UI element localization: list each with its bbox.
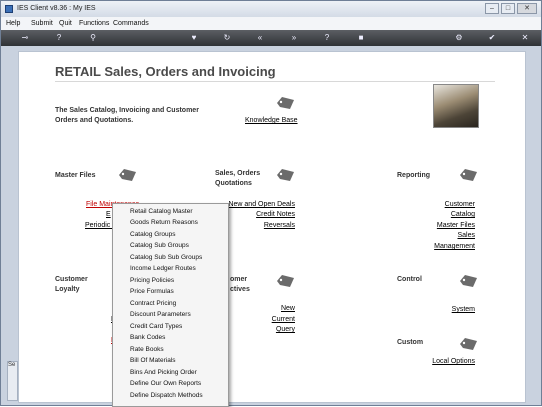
menu-item[interactable]: Define Our Own Reports	[130, 380, 201, 387]
info-icon[interactable]: ?	[321, 32, 333, 44]
actives-current-link[interactable]: Current	[272, 316, 295, 323]
menu-item[interactable]: Catalog Sub Groups	[130, 242, 189, 249]
menu-item[interactable]: Pricing Policies	[130, 277, 174, 284]
app-icon	[5, 5, 13, 13]
heading-line2: ctives	[230, 286, 250, 293]
master-files-heading: Master Files	[55, 172, 96, 179]
report-master-files-link[interactable]: Master Files	[437, 222, 475, 229]
menu-item[interactable]: Rate Books	[130, 346, 164, 353]
page-title: RETAIL Sales, Orders and Invoicing	[55, 64, 276, 79]
menu-bar: Help Submit Quit Functions Commands	[1, 17, 541, 30]
side-panel-label: Se	[8, 362, 16, 368]
title-bar: IES Client v8.36 : My IES – □ ✕	[1, 1, 541, 17]
menu-item[interactable]: Discount Parameters	[130, 311, 191, 318]
report-catalog-link[interactable]: Catalog	[451, 211, 475, 218]
master-files-link-e[interactable]: E	[106, 211, 111, 218]
exit-icon[interactable]: ✕	[519, 32, 531, 44]
sale-tag-icon	[277, 275, 294, 287]
menu-help[interactable]: Help	[6, 17, 20, 30]
customer-loyalty-heading: Customer Loyalty	[55, 276, 88, 293]
stop-icon[interactable]: ■	[355, 32, 367, 44]
customer-actives-heading: omer ctives	[230, 275, 250, 295]
heart-icon[interactable]: ♥	[188, 32, 200, 44]
check-icon[interactable]: ✔	[486, 32, 498, 44]
refresh-icon[interactable]: ↻	[221, 32, 233, 44]
menu-item[interactable]: Catalog Sub Sub Groups	[130, 254, 202, 261]
menu-quit[interactable]: Quit	[59, 17, 72, 30]
menu-item[interactable]: Retail Catalog Master	[130, 208, 193, 215]
menu-item[interactable]: Credit Card Types	[130, 323, 182, 330]
sale-tag-icon	[119, 169, 136, 181]
menu-item[interactable]: Bank Codes	[130, 334, 165, 341]
report-customer-link[interactable]: Customer	[445, 201, 475, 208]
sale-tag-icon	[277, 169, 294, 181]
key-icon[interactable]: ⊸	[15, 32, 35, 44]
reporting-heading: Reporting	[397, 172, 431, 179]
search-icon[interactable]: ⚲	[87, 32, 99, 44]
menu-item[interactable]: Bill Of Materials	[130, 357, 176, 364]
reversals-link[interactable]: Reversals	[264, 222, 295, 229]
actives-new-link[interactable]: New	[281, 305, 295, 312]
sale-tag-icon	[460, 169, 477, 181]
local-options-link[interactable]: Local Options	[432, 358, 475, 365]
knowledge-base-link[interactable]: Knowledge Base	[245, 117, 298, 124]
report-sales-link[interactable]: Sales	[457, 232, 475, 239]
menu-functions[interactable]: Functions	[79, 17, 109, 30]
next-page-icon[interactable]: »	[288, 32, 300, 44]
menu-item[interactable]: Income Ledger Routes	[130, 265, 196, 272]
sales-orders-heading: Sales, Orders Quotations	[215, 170, 261, 187]
menu-item[interactable]: Price Formulas	[130, 288, 174, 295]
custom-heading: Custom	[397, 339, 424, 346]
side-panel-stub[interactable]: Se	[7, 361, 18, 401]
close-button[interactable]: ✕	[517, 3, 537, 14]
sale-tag-icon	[277, 97, 294, 109]
first-page-icon[interactable]: «	[254, 32, 266, 44]
menu-item[interactable]: Bins And Picking Order	[130, 369, 197, 376]
menu-item[interactable]: Define Dispatch Methods	[130, 392, 203, 399]
report-management-link[interactable]: Management	[434, 243, 475, 250]
sale-tag-icon	[460, 275, 477, 287]
settings-icon[interactable]: ⚙	[453, 32, 465, 44]
menu-item[interactable]: Catalog Groups	[130, 231, 176, 238]
new-open-deals-link[interactable]: New and Open Deals	[228, 201, 295, 208]
maximize-button[interactable]: □	[501, 3, 515, 14]
credit-notes-link[interactable]: Credit Notes	[256, 211, 295, 218]
main-panel: RETAIL Sales, Orders and Invoicing The S…	[18, 51, 526, 403]
toolbar: ⊸ ? ⚲ ♥ ↻ « » ? ■ ⚙ ✔ ✕	[1, 30, 541, 46]
file-maintenance-menu: Retail Catalog Master Goods Return Reaso…	[112, 203, 229, 407]
help-icon[interactable]: ?	[53, 32, 65, 44]
control-heading: Control	[397, 276, 422, 283]
intro-text: The Sales Catalog, Invoicing and Custome…	[55, 107, 199, 124]
app-window: IES Client v8.36 : My IES – □ ✕ Help Sub…	[0, 0, 542, 407]
minimize-button[interactable]: –	[485, 3, 499, 14]
system-link[interactable]: System	[452, 306, 475, 313]
sale-tag-icon	[460, 338, 477, 350]
menu-item[interactable]: Goods Return Reasons	[130, 219, 198, 226]
menu-commands[interactable]: Commands	[113, 17, 149, 30]
heading-line1: omer	[230, 276, 248, 283]
window-title: IES Client v8.36 : My IES	[17, 5, 96, 12]
product-photo	[433, 84, 479, 128]
menu-submit[interactable]: Submit	[31, 17, 53, 30]
actives-query-link[interactable]: Query	[276, 326, 295, 333]
divider	[55, 81, 495, 82]
menu-item[interactable]: Contract Pricing	[130, 300, 176, 307]
